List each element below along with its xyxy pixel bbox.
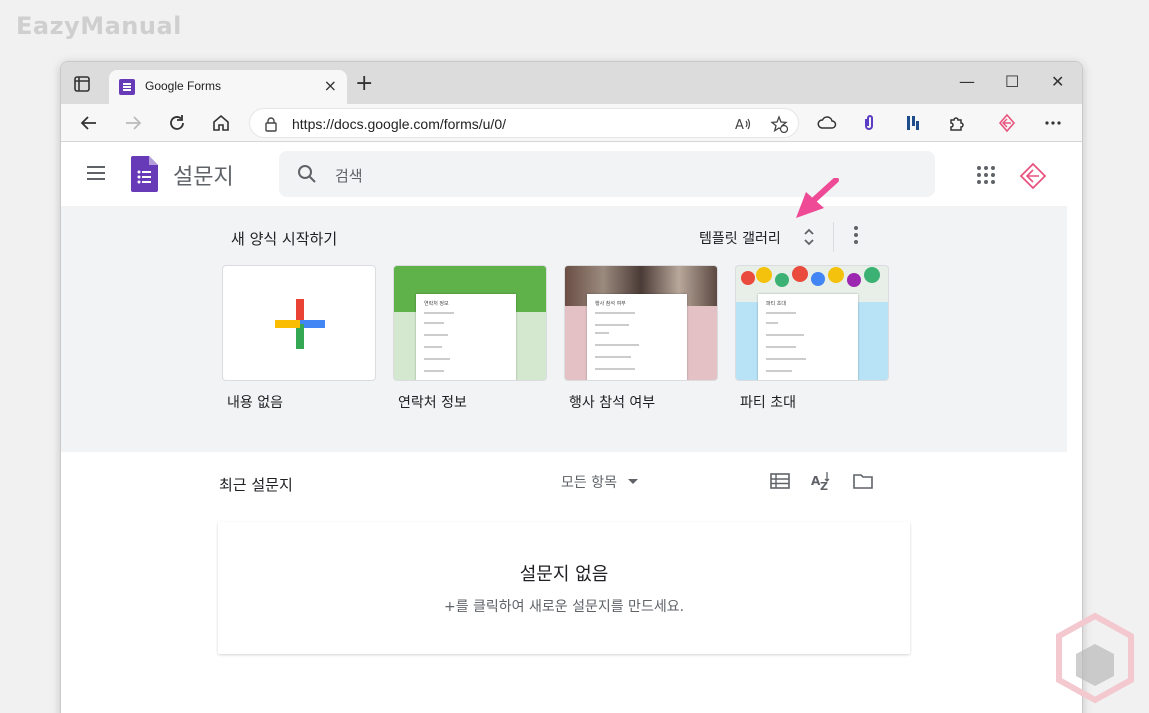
template-preview: 파티 초대 [758,294,858,380]
forward-arrow-icon[interactable] [123,113,143,133]
template-contact-info[interactable]: 연락처 정보 [393,265,547,381]
annotation-arrow-icon [796,178,839,218]
template-party-invite[interactable]: 파티 초대 [735,265,889,381]
expand-collapse-icon[interactable] [803,226,815,248]
read-aloud-icon[interactable]: A [734,115,752,133]
divider [833,222,834,252]
template-gallery-button[interactable]: 템플릿 갤러리 [699,228,781,248]
maximize-button[interactable]: ☐ [1005,72,1019,92]
start-section-title: 새 양식 시작하기 [231,230,338,248]
new-tab-button[interactable]: + [355,72,373,96]
browser-window: Google Forms × + — ☐ ✕ https://docs.goog… [60,61,1083,713]
forms-header: 설문지 검색 [61,142,1082,206]
search-placeholder[interactable]: 검색 [335,165,363,186]
watermark-cube-icon [1056,612,1134,704]
more-options-icon[interactable] [1043,113,1063,133]
list-view-icon[interactable] [769,470,791,492]
dropdown-caret-icon[interactable] [628,479,638,484]
url-text[interactable]: https://docs.google.com/forms/u/0/ [292,116,506,132]
tab-close-icon[interactable]: × [324,77,337,95]
svg-text:Z: Z [820,480,828,492]
plus-icon [275,299,325,349]
navigation-bar: https://docs.google.com/forms/u/0/ A [61,104,1082,142]
close-window-button[interactable]: ✕ [1051,72,1064,92]
folder-icon[interactable] [852,470,874,492]
address-bar[interactable]: https://docs.google.com/forms/u/0/ A [249,108,799,138]
profile-extension-icon[interactable] [997,113,1017,133]
google-apps-icon[interactable] [977,166,995,184]
refresh-icon[interactable] [167,113,187,133]
forms-favicon-icon [119,79,135,95]
template-preview-title: 연락처 정보 [424,301,449,307]
template-label[interactable]: 행사 참석 여부 [569,392,655,412]
template-preview-title: 행사 참석 여부 [595,301,626,307]
template-blank[interactable] [222,265,376,381]
owner-filter-dropdown[interactable]: 모든 항목 [561,472,617,492]
account-avatar-icon[interactable] [1019,162,1047,190]
tab-strip: Google Forms × + — ☐ ✕ [61,62,1082,104]
tab-google-forms[interactable]: Google Forms × [109,70,347,104]
tab-title: Google Forms [145,79,222,93]
template-preview: 연락처 정보 [416,294,516,380]
back-arrow-icon[interactable] [79,113,99,133]
template-label[interactable]: 내용 없음 [227,392,283,412]
google-forms-logo-icon[interactable] [131,156,158,192]
extensions-puzzle-icon[interactable] [947,113,967,133]
template-label[interactable]: 연락처 정보 [398,392,467,412]
favorite-star-icon[interactable] [770,115,788,133]
empty-state-title: 설문지 없음 [519,564,609,585]
svg-text:A: A [735,118,744,133]
home-icon[interactable] [211,113,231,133]
template-label[interactable]: 파티 초대 [740,392,796,412]
template-preview-title: 파티 초대 [766,301,786,307]
lock-icon[interactable] [264,116,278,132]
minimize-button[interactable]: — [959,72,975,92]
watermark-text: EazyManual [16,12,182,40]
tab-actions-icon[interactable] [73,75,91,93]
search-icon[interactable] [297,164,317,184]
template-preview: 행사 참석 여부 [587,294,687,380]
more-vert-icon[interactable] [851,226,861,248]
empty-state-subtitle: +를 클릭하여 새로운 설문지를 만드세요. [443,599,685,615]
main-menu-icon[interactable] [87,166,107,182]
template-event-rsvp[interactable]: 행사 참석 여부 [564,265,718,381]
bookmark-extension-icon[interactable] [903,113,923,133]
clip-extension-icon[interactable] [859,113,879,133]
start-new-form-section: 새 양식 시작하기 템플릿 갤러리 내용 없음 연락처 정보 연락처 정보 행사… [61,206,1067,452]
empty-state-card: 설문지 없음 +를 클릭하여 새로운 설문지를 만드세요. [218,522,910,654]
cloud-extension-icon[interactable] [817,113,837,133]
sort-az-icon[interactable]: AZ [810,470,832,492]
recent-forms-title: 최근 설문지 [219,476,293,494]
app-title[interactable]: 설문지 [173,159,234,191]
